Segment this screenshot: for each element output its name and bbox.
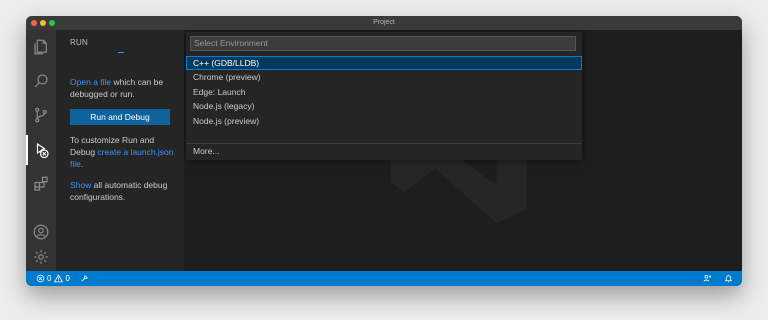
customize-paragraph: To customize Run and Debug create a laun… <box>70 134 178 170</box>
notifications-bell-icon[interactable] <box>724 271 733 286</box>
activity-bar <box>26 30 56 271</box>
environment-option-node-legacy[interactable]: Node.js (legacy) <box>186 99 582 113</box>
environment-quick-pick: Select Environment C++ (GDB/LLDB) Chrome… <box>186 32 582 160</box>
run-debug-icon[interactable] <box>26 135 56 165</box>
sidebar-title: RUN <box>70 38 88 47</box>
open-file-paragraph: Open a file which can be debugged or run… <box>70 76 178 100</box>
title-bar: Project <box>26 16 742 30</box>
explorer-icon[interactable] <box>26 32 56 62</box>
editor-area: Select Environment C++ (GDB/LLDB) Chrome… <box>184 30 742 271</box>
extensions-icon[interactable] <box>26 169 56 199</box>
customize-end: . <box>80 159 84 169</box>
environment-search-input[interactable]: Select Environment <box>190 36 576 51</box>
live-share-icon[interactable] <box>80 271 89 286</box>
environment-option-chrome[interactable]: Chrome (preview) <box>186 70 582 84</box>
error-count: 0 <box>47 274 52 283</box>
vscode-window: Project RUN Open a file which can be deb… <box>26 16 742 286</box>
warning-icon <box>54 274 64 283</box>
sidebar-title-underline <box>118 52 124 53</box>
show-configurations-link[interactable]: Show <box>70 180 91 190</box>
environment-option-edge[interactable]: Edge: Launch <box>186 85 582 99</box>
run-and-debug-button[interactable]: Run and Debug <box>70 109 170 125</box>
warning-count: 0 <box>65 274 70 283</box>
feedback-icon[interactable] <box>703 271 712 286</box>
error-icon <box>36 274 45 283</box>
show-configurations-paragraph: Show all automatic debug configurations. <box>70 179 178 203</box>
window-title: Project <box>373 19 395 26</box>
environment-option-cpp[interactable]: C++ (GDB/LLDB) <box>186 56 582 70</box>
environment-option-more[interactable]: More... <box>186 144 582 158</box>
source-control-icon[interactable] <box>26 100 56 130</box>
open-file-link[interactable]: Open a file <box>70 77 111 87</box>
search-icon[interactable] <box>26 66 56 96</box>
settings-gear-icon[interactable] <box>26 242 56 272</box>
problems-indicator[interactable]: 0 0 <box>36 271 70 286</box>
status-bar: 0 0 <box>26 271 742 286</box>
environment-option-node-preview[interactable]: Node.js (preview) <box>186 114 582 128</box>
run-debug-sidebar: RUN Open a file which can be debugged or… <box>56 30 184 271</box>
